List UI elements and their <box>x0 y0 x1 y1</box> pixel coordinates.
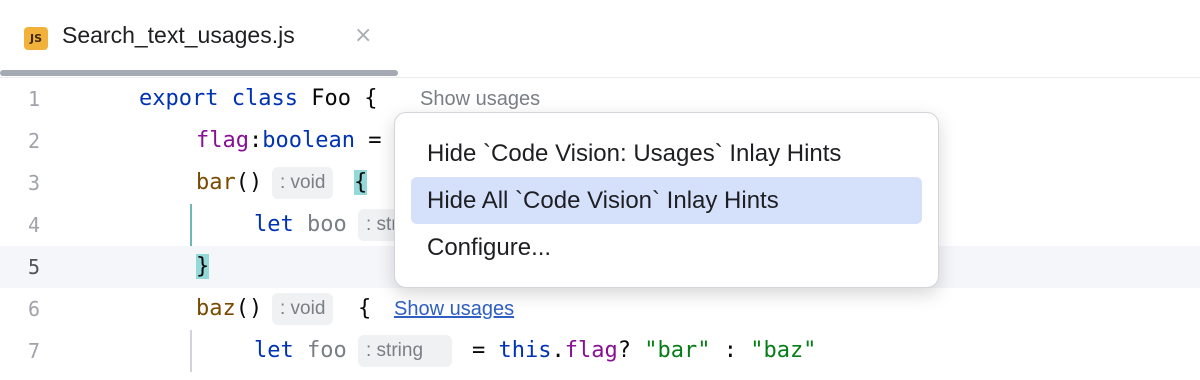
line-number: 2 <box>27 129 40 153</box>
tab-title: Search_text_usages.js <box>62 22 295 48</box>
type-inlay-hint[interactable]: : string <box>358 335 452 367</box>
line-number: 1 <box>27 87 40 111</box>
active-tab-indicator <box>0 70 398 76</box>
type-inlay-hint[interactable]: : void <box>272 167 334 199</box>
line-number: 5 <box>27 255 40 279</box>
menu-item-hide-usages-hints[interactable]: Hide `Code Vision: Usages` Inlay Hints <box>411 130 922 177</box>
line-number: 4 <box>27 213 40 237</box>
code-text: { <box>358 296 372 321</box>
code-text: baz() <box>196 296 263 321</box>
code-text: let foo <box>254 338 347 363</box>
file-tab[interactable]: JS Search_text_usages.js × <box>0 0 398 78</box>
code-text: export class Foo { <box>139 86 378 111</box>
menu-item-hide-all-code-vision-hints[interactable]: Hide All `Code Vision` Inlay Hints <box>411 177 922 224</box>
code-vision-context-menu: Hide `Code Vision: Usages` Inlay Hints H… <box>394 112 939 288</box>
code-line-7[interactable]: 7 let foo : string = this.flag? "bar" : … <box>0 330 1200 372</box>
code-vision-usages[interactable]: Show usages <box>420 88 540 111</box>
code-text: flag:boolean = <box>196 128 382 153</box>
code-text: let boo <box>254 212 347 237</box>
line-number: 6 <box>27 297 40 321</box>
line-number: 7 <box>27 339 40 363</box>
code-line-6[interactable]: 6 baz() : void { Show usages <box>0 288 1200 330</box>
matched-brace: { <box>354 170 368 195</box>
type-inlay-hint[interactable]: : void <box>272 293 334 325</box>
code-vision-usages-link[interactable]: Show usages <box>394 298 514 321</box>
code-text: bar() <box>196 170 263 195</box>
javascript-file-icon: JS <box>24 27 48 50</box>
line-number: 3 <box>27 171 40 195</box>
code-text: = this.flag? "bar" : "baz" <box>472 338 817 363</box>
editor-tab-bar: JS Search_text_usages.js × <box>0 0 1200 78</box>
matched-brace: } <box>196 254 210 279</box>
close-icon[interactable]: × <box>354 22 372 50</box>
menu-item-configure[interactable]: Configure... <box>411 224 922 271</box>
